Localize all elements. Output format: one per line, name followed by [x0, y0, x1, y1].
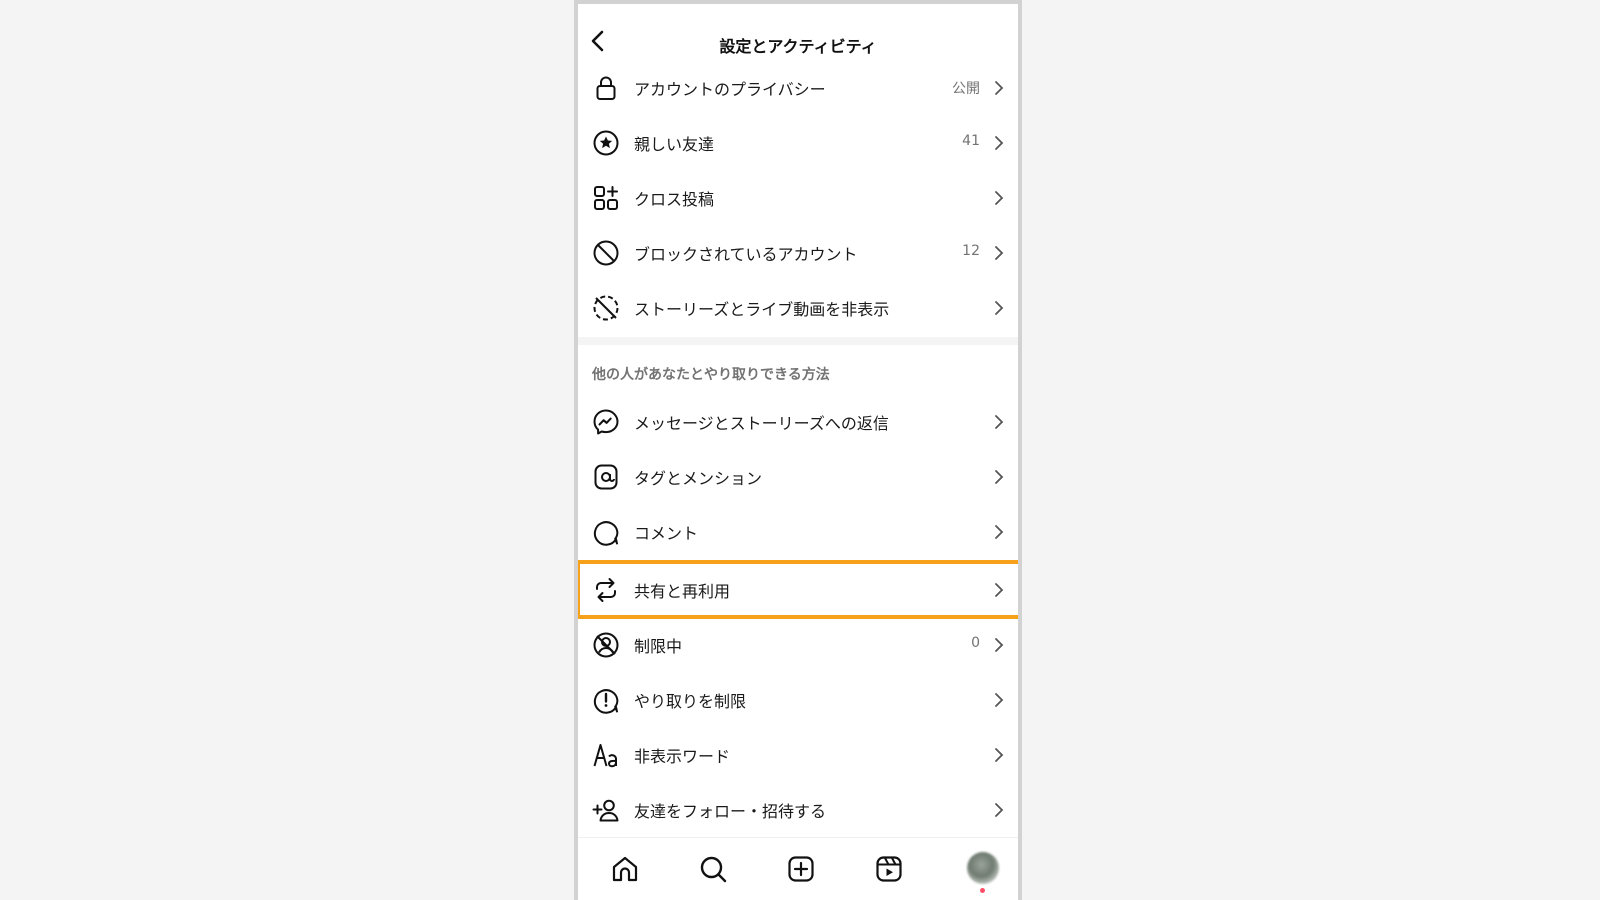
block-icon: [592, 239, 620, 267]
limit-interaction-icon: [592, 686, 620, 714]
search-icon: [700, 856, 727, 883]
bottom-nav: [578, 837, 1018, 900]
comment-icon: [592, 518, 620, 546]
hidden-words-row[interactable]: 非表示ワード: [578, 727, 1018, 782]
row-label: コメント: [634, 524, 699, 543]
row-value: 0: [971, 635, 980, 651]
row-label: クロス投稿: [634, 190, 715, 209]
hide-story-row[interactable]: ストーリーズとライブ動画を非表示: [578, 280, 1018, 335]
limit-interactions-row[interactable]: やり取りを制限: [578, 672, 1018, 727]
section-separator: [578, 337, 1018, 345]
row-label: アカウントのプライバシー: [634, 80, 826, 99]
row-label: メッセージとストーリーズへの返信: [634, 414, 889, 433]
messenger-icon: [592, 408, 620, 436]
text-aa-icon: [592, 741, 620, 769]
reels-icon: [876, 856, 902, 882]
page-title: 設定とアクティビティ: [719, 37, 877, 56]
chevron-right-icon: [995, 81, 1004, 95]
row-label: 非表示ワード: [634, 747, 731, 766]
home-icon: [612, 856, 638, 882]
section-title: 他の人があなたとやり取りできる方法: [592, 367, 830, 383]
blocked-accounts-row[interactable]: ブロックされているアカウント 12: [578, 225, 1018, 280]
privacy-row[interactable]: アカウントのプライバシー 公開: [578, 60, 1018, 115]
create-icon: [788, 856, 814, 882]
row-label: 友達をフォロー・招待する: [634, 802, 827, 821]
add-person-icon: [592, 796, 620, 824]
tags-mentions-row[interactable]: タグとメンション: [578, 449, 1018, 504]
chevron-right-icon: [995, 693, 1004, 707]
follow-invite-row[interactable]: 友達をフォロー・招待する: [578, 782, 1018, 837]
chevron-right-icon: [995, 748, 1004, 762]
row-label: タグとメンション: [634, 469, 763, 488]
messages-replies-row[interactable]: メッセージとストーリーズへの返信: [578, 394, 1018, 449]
highlight-box: [578, 560, 1018, 619]
chevron-right-icon: [995, 525, 1004, 539]
nav-create[interactable]: [784, 852, 818, 886]
restricted-icon: [592, 631, 620, 659]
chevron-right-icon: [995, 301, 1004, 315]
nav-home[interactable]: [608, 852, 642, 886]
nav-search[interactable]: [696, 852, 730, 886]
close-friends-row[interactable]: 親しい友達 41: [578, 115, 1018, 170]
row-label: やり取りを制限: [634, 692, 747, 711]
chevron-right-icon: [995, 803, 1004, 817]
chevron-right-icon: [995, 470, 1004, 484]
comments-row[interactable]: コメント: [578, 504, 1018, 559]
chevron-right-icon: [995, 136, 1004, 150]
star-circle-icon: [592, 129, 620, 157]
row-label: 制限中: [634, 637, 683, 656]
chevron-right-icon: [995, 638, 1004, 652]
notification-dot: [980, 888, 985, 893]
at-sign-icon: [592, 463, 620, 491]
nav-reels[interactable]: [872, 852, 906, 886]
row-value: 12: [962, 243, 980, 259]
row-label: ブロックされているアカウント: [634, 245, 858, 264]
profile-avatar[interactable]: [967, 852, 999, 884]
restricted-row[interactable]: 制限中 0: [578, 617, 1018, 672]
chevron-right-icon: [995, 415, 1004, 429]
row-label: ストーリーズとライブ動画を非表示: [634, 300, 890, 319]
apps-plus-icon: [592, 184, 620, 212]
chevron-right-icon: [995, 191, 1004, 205]
row-value: 41: [962, 133, 980, 149]
story-hidden-icon: [592, 294, 620, 322]
phone-screen: 設定とアクティビティ アカウントのプライバシー 公開 親しい友達 41 クロス投…: [574, 0, 1022, 900]
row-value: 公開: [952, 81, 980, 97]
chevron-right-icon: [995, 246, 1004, 260]
row-label: 親しい友達: [634, 135, 715, 154]
lock-icon: [592, 74, 620, 102]
cross-post-row[interactable]: クロス投稿: [578, 170, 1018, 225]
